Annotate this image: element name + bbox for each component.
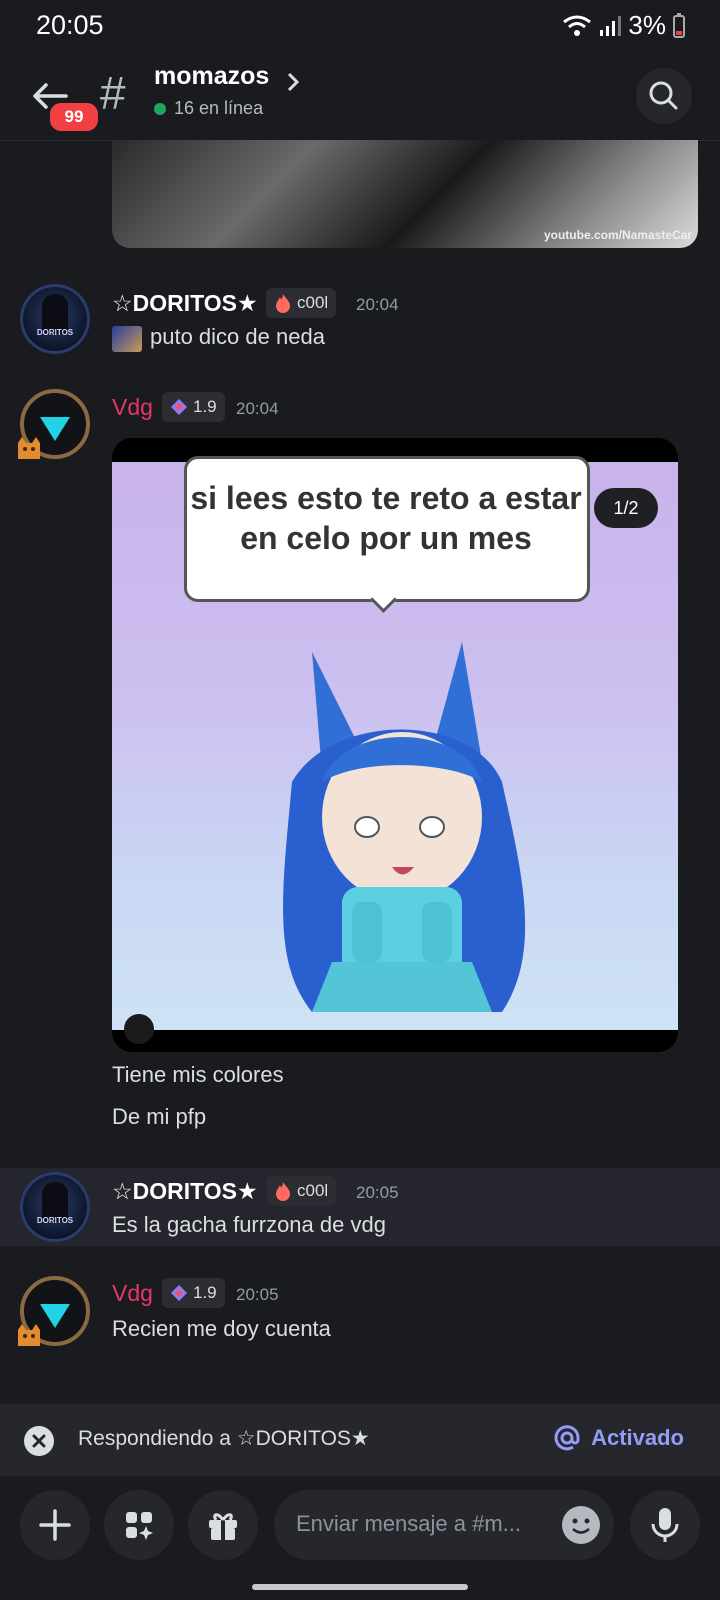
- status-bar: 20:05 3%: [0, 0, 720, 52]
- message-text: Tiene mis colores: [112, 1062, 284, 1087]
- wolf-girl-illustration: [283, 642, 526, 1012]
- gift-icon: [209, 1513, 237, 1540]
- message-text: Es la gacha furrzona de vdg: [112, 1212, 386, 1237]
- message-text: De mi pfp: [112, 1104, 207, 1129]
- image-counter: 1/2: [594, 488, 658, 528]
- fire-icon: [276, 294, 290, 313]
- cancel-reply-button[interactable]: [24, 1426, 54, 1456]
- smiley-face-icon: [572, 1518, 590, 1534]
- avatar-doritos[interactable]: DORITOS: [20, 1172, 90, 1242]
- battery-percent: 3%: [628, 10, 666, 40]
- profile-icon: [124, 1014, 154, 1044]
- attachment-image[interactable]: si lees esto te reto a estar en celo por…: [112, 438, 678, 1052]
- online-count-text: 16 en línea: [174, 98, 264, 118]
- image-caption: si lees esto te reto a estar en celo por…: [190, 480, 582, 556]
- voice-message-button[interactable]: [630, 1490, 700, 1560]
- emoji-icon[interactable]: [562, 1506, 600, 1544]
- image-watermark: youtube.com/NamasteCar: [543, 228, 692, 242]
- diamond-icon: [171, 399, 187, 415]
- mention-toggle[interactable]: Activado: [553, 1424, 684, 1452]
- add-attachment-button[interactable]: [20, 1490, 90, 1560]
- unread-badge: 99: [47, 100, 101, 134]
- channel-header: 99 # momazos 16 en línea: [0, 52, 720, 141]
- message-timestamp: 20:05: [236, 1285, 279, 1304]
- status-right: 3%: [562, 10, 686, 41]
- message-composer: Enviar mensaje a #m...: [0, 1476, 720, 1600]
- user-tag-label: c00l: [297, 293, 329, 312]
- online-dot-icon: [154, 102, 166, 115]
- user-tag[interactable]: c00l: [266, 1176, 337, 1206]
- cat-icon: [18, 1324, 40, 1346]
- author-name[interactable]: Vdg: [112, 1280, 153, 1307]
- user-tag[interactable]: 1.9: [162, 1278, 225, 1308]
- message-text: puto dico de neda: [150, 324, 325, 349]
- cat-icon: [18, 437, 40, 459]
- message-text: Recien me doy cuenta: [112, 1316, 331, 1341]
- apps-button[interactable]: [104, 1490, 174, 1560]
- apps-icon: [126, 1512, 153, 1540]
- fire-icon: [276, 1182, 290, 1201]
- user-tag[interactable]: 1.9: [162, 392, 225, 422]
- message-timestamp: 20:04: [236, 399, 279, 418]
- chevron-right-icon[interactable]: [285, 70, 301, 94]
- message-input[interactable]: Enviar mensaje a #m...: [274, 1490, 614, 1560]
- author-name[interactable]: ☆DORITOS★: [112, 290, 258, 317]
- user-tag-label: c00l: [297, 1181, 329, 1200]
- message-input-placeholder: Enviar mensaje a #m...: [296, 1511, 521, 1536]
- home-indicator[interactable]: [252, 1584, 468, 1590]
- hash-icon: #: [100, 67, 126, 119]
- plus-icon: [39, 1509, 71, 1541]
- battery-icon: [673, 12, 685, 38]
- user-tag-label: 1.9: [193, 1283, 217, 1302]
- user-tag[interactable]: c00l: [266, 288, 337, 318]
- author-name[interactable]: ☆DORITOS★: [112, 1178, 258, 1205]
- status-time: 20:05: [36, 10, 104, 40]
- user-tag-label: 1.9: [193, 397, 217, 416]
- close-icon: [32, 1434, 46, 1448]
- reply-label: Respondiendo a ☆DORITOS★: [78, 1427, 370, 1450]
- reply-bar: Respondiendo a ☆DORITOS★ Activado: [0, 1404, 720, 1476]
- search-icon: [649, 81, 678, 110]
- channel-title[interactable]: momazos: [154, 62, 269, 91]
- sticker-emoji-icon: [112, 326, 142, 352]
- at-icon: [554, 1425, 580, 1451]
- image-panel: si lees esto te reto a estar en celo por…: [112, 456, 678, 1044]
- gift-button[interactable]: [188, 1490, 258, 1560]
- message-timestamp: 20:04: [356, 295, 399, 314]
- wifi-icon: [563, 15, 592, 36]
- avatar-doritos[interactable]: DORITOS: [20, 284, 90, 354]
- diamond-icon: [171, 1285, 187, 1301]
- online-count: 16 en línea: [154, 98, 263, 119]
- mention-toggle-label: Activado: [591, 1425, 684, 1450]
- signal-icon: [600, 15, 622, 36]
- mic-icon: [651, 1508, 679, 1542]
- search-button[interactable]: [636, 68, 692, 124]
- attachment-image-top[interactable]: youtube.com/NamasteCar: [112, 140, 698, 248]
- author-name[interactable]: Vdg: [112, 394, 153, 421]
- message-timestamp: 20:05: [356, 1183, 399, 1202]
